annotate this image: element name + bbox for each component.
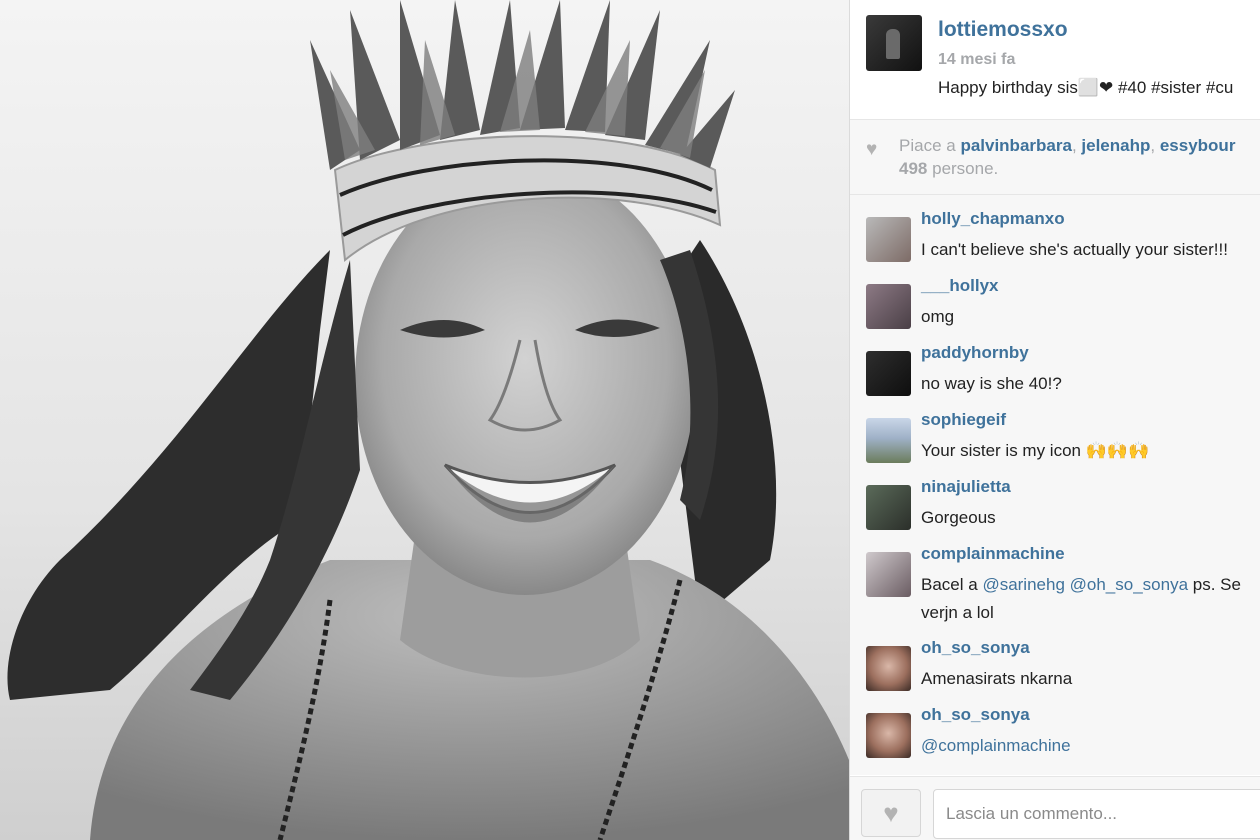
liker-link[interactable]: palvinbarbara [960,136,1072,155]
liker-link[interactable]: jelenahp [1081,136,1150,155]
liker-link[interactable]: essybour [1160,136,1236,155]
list-item: complainmachine Bacel a @sarinehg @oh_so… [850,544,1260,634]
likes-separator: , [1150,136,1156,155]
comment-username[interactable]: holly_chapmanxo [921,209,1065,229]
avatar[interactable] [866,418,911,463]
likes-separator: , [1071,136,1077,155]
comment-text-line2: verjn a lol [921,603,994,622]
photo-illustration [0,0,849,840]
post-header: lottiemossxo 14 mesi fa Happy birthday s… [850,0,1260,118]
like-button[interactable]: ♥ [861,789,921,837]
list-item: sophiegeif Your sister is my icon 🙌🙌🙌 [850,410,1260,472]
list-item: paddyhornby no way is she 40!? [850,343,1260,405]
comment-text: omg [921,307,955,326]
likes-prefix: Piace a [899,136,956,155]
post-detail-panel: lottiemossxo 14 mesi fa Happy birthday s… [849,0,1260,840]
comment-text: no way is she 40!? [921,374,1062,393]
comment-text-suffix: ps. Se [1192,575,1241,594]
list-item: oh_so_sonya @complainmachine [850,705,1260,767]
comment-text: Your sister is my icon 🙌🙌🙌 [921,441,1150,460]
mention-link[interactable]: @sarinehg [982,575,1064,594]
comment-username[interactable]: ___hollyx [921,276,999,296]
comment-text-prefix: Bacel a [921,575,978,594]
avatar[interactable] [866,351,911,396]
comment-username[interactable]: oh_so_sonya [921,638,1030,658]
comment-text: Amenasirats nkarna [921,669,1073,688]
list-item: oh_so_sonya Amenasirats nkarna [850,638,1260,700]
owner-avatar[interactable] [866,15,922,71]
comment-text: @complainmachine [921,732,1071,760]
avatar[interactable] [866,284,911,329]
post-photo [0,0,849,840]
comment-input[interactable] [933,789,1260,839]
list-item: ninajulietta Gorgeous [850,477,1260,539]
avatar[interactable] [866,713,911,758]
likes-suffix: persone. [932,159,999,178]
owner-username[interactable]: lottiemossxo [938,18,1068,42]
heart-icon: ♥ [866,139,878,160]
comment-username[interactable]: sophiegeif [921,410,1006,430]
likes-count-line: 498 persone. [899,159,998,179]
comment-text: Gorgeous [921,508,996,527]
comment-username[interactable]: paddyhornby [921,343,1029,363]
list-item: ___hollyx omg [850,276,1260,338]
avatar[interactable] [866,552,911,597]
avatar[interactable] [866,646,911,691]
list-item: holly_chapmanxo I can't believe she's ac… [850,209,1260,271]
comment-username[interactable]: oh_so_sonya [921,705,1030,725]
post-caption: Happy birthday sis⬜❤ #40 #sister #cu [938,78,1234,97]
avatar[interactable] [866,217,911,262]
post-timestamp[interactable]: 14 mesi fa [938,51,1015,69]
likes-section: ♥ Piace a palvinbarbara, jelenahp, essyb… [850,119,1260,195]
comment-text: I can't believe she's actually your sist… [921,240,1228,259]
comments-list[interactable]: holly_chapmanxo I can't believe she's ac… [850,195,1260,775]
comment-footer: ♥ [850,776,1260,840]
comment-username[interactable]: ninajulietta [921,477,1011,497]
likes-line: Piace a palvinbarbara, jelenahp, essybou… [899,136,1235,156]
likes-count[interactable]: 498 [899,159,927,178]
mention-link[interactable]: @oh_so_sonya [1070,575,1188,594]
mention-link[interactable]: @complainmachine [921,736,1071,755]
avatar[interactable] [866,485,911,530]
comment-text: Bacel a @sarinehg @oh_so_sonya ps. Se ve… [921,571,1260,627]
heart-outline-icon: ♥ [883,797,899,828]
comment-username[interactable]: complainmachine [921,544,1065,564]
